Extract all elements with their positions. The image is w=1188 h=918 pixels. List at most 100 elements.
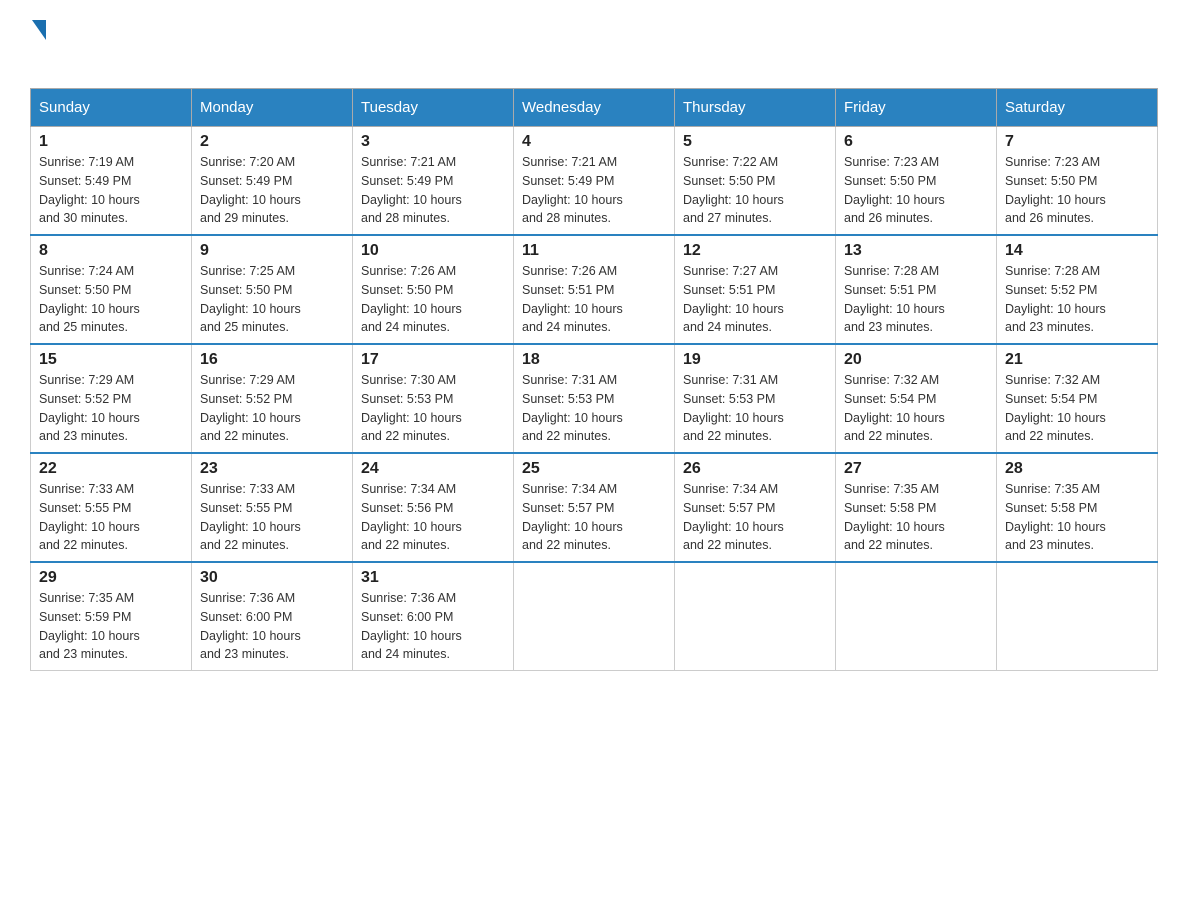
header-thursday: Thursday [675,89,836,127]
calendar-cell [836,562,997,671]
day-number: 18 [522,351,666,369]
day-number: 4 [522,133,666,151]
day-info: Sunrise: 7:19 AMSunset: 5:49 PMDaylight:… [39,155,140,225]
calendar-cell: 10 Sunrise: 7:26 AMSunset: 5:50 PMDaylig… [353,235,514,344]
day-info: Sunrise: 7:29 AMSunset: 5:52 PMDaylight:… [39,373,140,443]
calendar-cell [997,562,1158,671]
day-number: 7 [1005,133,1149,151]
day-number: 3 [361,133,505,151]
calendar-cell: 12 Sunrise: 7:27 AMSunset: 5:51 PMDaylig… [675,235,836,344]
calendar-cell: 26 Sunrise: 7:34 AMSunset: 5:57 PMDaylig… [675,453,836,562]
calendar-cell: 8 Sunrise: 7:24 AMSunset: 5:50 PMDayligh… [31,235,192,344]
day-number: 26 [683,460,827,478]
calendar-cell: 2 Sunrise: 7:20 AMSunset: 5:49 PMDayligh… [192,127,353,236]
day-number: 17 [361,351,505,369]
day-info: Sunrise: 7:33 AMSunset: 5:55 PMDaylight:… [39,482,140,552]
day-number: 25 [522,460,666,478]
calendar-cell: 7 Sunrise: 7:23 AMSunset: 5:50 PMDayligh… [997,127,1158,236]
calendar-cell: 9 Sunrise: 7:25 AMSunset: 5:50 PMDayligh… [192,235,353,344]
calendar-cell: 6 Sunrise: 7:23 AMSunset: 5:50 PMDayligh… [836,127,997,236]
day-info: Sunrise: 7:31 AMSunset: 5:53 PMDaylight:… [522,373,623,443]
day-number: 30 [200,569,344,587]
day-info: Sunrise: 7:25 AMSunset: 5:50 PMDaylight:… [200,264,301,334]
calendar-cell: 1 Sunrise: 7:19 AMSunset: 5:49 PMDayligh… [31,127,192,236]
day-info: Sunrise: 7:35 AMSunset: 5:59 PMDaylight:… [39,591,140,661]
day-info: Sunrise: 7:36 AMSunset: 6:00 PMDaylight:… [200,591,301,661]
day-info: Sunrise: 7:33 AMSunset: 5:55 PMDaylight:… [200,482,301,552]
day-number: 16 [200,351,344,369]
day-number: 20 [844,351,988,369]
calendar-cell: 14 Sunrise: 7:28 AMSunset: 5:52 PMDaylig… [997,235,1158,344]
day-info: Sunrise: 7:27 AMSunset: 5:51 PMDaylight:… [683,264,784,334]
day-info: Sunrise: 7:26 AMSunset: 5:51 PMDaylight:… [522,264,623,334]
day-info: Sunrise: 7:31 AMSunset: 5:53 PMDaylight:… [683,373,784,443]
calendar-cell: 31 Sunrise: 7:36 AMSunset: 6:00 PMDaylig… [353,562,514,671]
header-sunday: Sunday [31,89,192,127]
logo [30,20,48,68]
calendar-week-row: 15 Sunrise: 7:29 AMSunset: 5:52 PMDaylig… [31,344,1158,453]
day-number: 19 [683,351,827,369]
header-friday: Friday [836,89,997,127]
day-info: Sunrise: 7:34 AMSunset: 5:57 PMDaylight:… [522,482,623,552]
day-info: Sunrise: 7:24 AMSunset: 5:50 PMDaylight:… [39,264,140,334]
day-info: Sunrise: 7:28 AMSunset: 5:52 PMDaylight:… [1005,264,1106,334]
calendar-cell [675,562,836,671]
day-number: 28 [1005,460,1149,478]
day-info: Sunrise: 7:22 AMSunset: 5:50 PMDaylight:… [683,155,784,225]
calendar-cell: 30 Sunrise: 7:36 AMSunset: 6:00 PMDaylig… [192,562,353,671]
calendar-cell: 17 Sunrise: 7:30 AMSunset: 5:53 PMDaylig… [353,344,514,453]
calendar-cell: 25 Sunrise: 7:34 AMSunset: 5:57 PMDaylig… [514,453,675,562]
header-monday: Monday [192,89,353,127]
day-number: 21 [1005,351,1149,369]
logo-triangle-icon [32,20,46,40]
calendar-cell: 21 Sunrise: 7:32 AMSunset: 5:54 PMDaylig… [997,344,1158,453]
day-number: 31 [361,569,505,587]
calendar-week-row: 1 Sunrise: 7:19 AMSunset: 5:49 PMDayligh… [31,127,1158,236]
day-number: 14 [1005,242,1149,260]
day-info: Sunrise: 7:34 AMSunset: 5:57 PMDaylight:… [683,482,784,552]
day-info: Sunrise: 7:20 AMSunset: 5:49 PMDaylight:… [200,155,301,225]
day-number: 11 [522,242,666,260]
day-number: 23 [200,460,344,478]
day-number: 6 [844,133,988,151]
calendar-cell: 22 Sunrise: 7:33 AMSunset: 5:55 PMDaylig… [31,453,192,562]
day-number: 10 [361,242,505,260]
day-info: Sunrise: 7:34 AMSunset: 5:56 PMDaylight:… [361,482,462,552]
day-info: Sunrise: 7:28 AMSunset: 5:51 PMDaylight:… [844,264,945,334]
day-number: 24 [361,460,505,478]
day-number: 12 [683,242,827,260]
day-number: 8 [39,242,183,260]
calendar-cell: 18 Sunrise: 7:31 AMSunset: 5:53 PMDaylig… [514,344,675,453]
calendar-cell: 29 Sunrise: 7:35 AMSunset: 5:59 PMDaylig… [31,562,192,671]
calendar-header-row: SundayMondayTuesdayWednesdayThursdayFrid… [31,89,1158,127]
day-number: 5 [683,133,827,151]
calendar-cell: 27 Sunrise: 7:35 AMSunset: 5:58 PMDaylig… [836,453,997,562]
calendar-cell: 28 Sunrise: 7:35 AMSunset: 5:58 PMDaylig… [997,453,1158,562]
day-info: Sunrise: 7:26 AMSunset: 5:50 PMDaylight:… [361,264,462,334]
calendar-cell: 16 Sunrise: 7:29 AMSunset: 5:52 PMDaylig… [192,344,353,453]
calendar-cell: 11 Sunrise: 7:26 AMSunset: 5:51 PMDaylig… [514,235,675,344]
calendar-week-row: 29 Sunrise: 7:35 AMSunset: 5:59 PMDaylig… [31,562,1158,671]
day-info: Sunrise: 7:35 AMSunset: 5:58 PMDaylight:… [844,482,945,552]
calendar-week-row: 8 Sunrise: 7:24 AMSunset: 5:50 PMDayligh… [31,235,1158,344]
header-saturday: Saturday [997,89,1158,127]
day-number: 9 [200,242,344,260]
calendar-table: SundayMondayTuesdayWednesdayThursdayFrid… [30,88,1158,671]
header-tuesday: Tuesday [353,89,514,127]
day-info: Sunrise: 7:32 AMSunset: 5:54 PMDaylight:… [1005,373,1106,443]
day-number: 27 [844,460,988,478]
day-info: Sunrise: 7:32 AMSunset: 5:54 PMDaylight:… [844,373,945,443]
calendar-cell [514,562,675,671]
calendar-cell: 24 Sunrise: 7:34 AMSunset: 5:56 PMDaylig… [353,453,514,562]
calendar-cell: 13 Sunrise: 7:28 AMSunset: 5:51 PMDaylig… [836,235,997,344]
day-info: Sunrise: 7:21 AMSunset: 5:49 PMDaylight:… [522,155,623,225]
calendar-cell: 23 Sunrise: 7:33 AMSunset: 5:55 PMDaylig… [192,453,353,562]
day-info: Sunrise: 7:35 AMSunset: 5:58 PMDaylight:… [1005,482,1106,552]
day-info: Sunrise: 7:23 AMSunset: 5:50 PMDaylight:… [1005,155,1106,225]
calendar-cell: 3 Sunrise: 7:21 AMSunset: 5:49 PMDayligh… [353,127,514,236]
header [30,20,1158,68]
calendar-week-row: 22 Sunrise: 7:33 AMSunset: 5:55 PMDaylig… [31,453,1158,562]
day-number: 29 [39,569,183,587]
day-number: 15 [39,351,183,369]
calendar-cell: 5 Sunrise: 7:22 AMSunset: 5:50 PMDayligh… [675,127,836,236]
